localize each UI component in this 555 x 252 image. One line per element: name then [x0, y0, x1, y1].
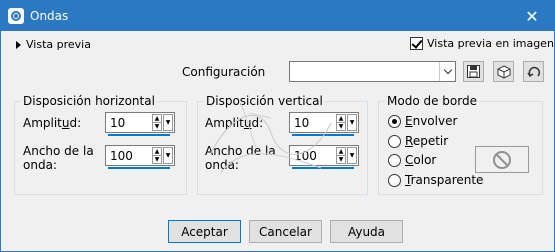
border-mode-title: Modo de borde — [385, 94, 479, 108]
v-wavelength-arrows[interactable]: ▲ ▼ — [336, 147, 346, 164]
chevron-down-icon — [443, 65, 452, 75]
v-wavelength-value[interactable]: 100 — [294, 149, 317, 163]
config-dropdown-button[interactable] — [439, 62, 455, 81]
checkbox-check-icon[interactable] — [410, 37, 423, 50]
v-amplitude-spinner[interactable]: 10 ▲ ▼ ▼ — [289, 112, 359, 136]
h-amplitude-dropdown-icon[interactable]: ▼ — [163, 114, 173, 131]
radio-repeat-label: Repetir — [405, 134, 449, 148]
title-bar: Ondas ✕ — [1, 1, 554, 31]
spin-up-icon[interactable]: ▲ — [337, 115, 345, 122]
v-amplitude-dropdown-icon[interactable]: ▼ — [347, 114, 357, 131]
spin-up-icon[interactable]: ▲ — [153, 148, 161, 155]
radio-icon[interactable] — [388, 153, 401, 167]
close-icon: ✕ — [525, 6, 539, 26]
h-wavelength-arrows[interactable]: ▲ ▼ — [152, 147, 162, 164]
vertical-group-title: Disposición vertical — [204, 94, 325, 108]
h-wavelength-spinner[interactable]: 100 ▲ ▼ ▼ — [105, 145, 175, 169]
radio-color[interactable]: Color — [388, 153, 436, 167]
radio-wrap-label: Envolver — [405, 114, 458, 128]
radio-wrap[interactable]: Envolver — [388, 114, 457, 128]
h-amplitude-arrows[interactable]: ▲ ▼ — [152, 114, 162, 131]
spin-down-icon[interactable]: ▼ — [337, 155, 345, 163]
dialog-window: Ondas ✕ Vista previa Vista previa en ima… — [0, 0, 555, 252]
cancel-button[interactable]: Cancelar — [249, 220, 322, 243]
spin-up-icon[interactable]: ▲ — [337, 148, 345, 155]
reset-icon — [526, 66, 540, 77]
h-amplitude-slider[interactable] — [108, 134, 170, 136]
h-wavelength-dropdown-icon[interactable]: ▼ — [163, 147, 173, 164]
config-label: Configuración — [182, 65, 266, 79]
h-amplitude-spinner[interactable]: 10 ▲ ▼ ▼ — [105, 112, 175, 136]
cube-icon — [497, 64, 510, 79]
v-wavelength-spinner[interactable]: 100 ▲ ▼ ▼ — [289, 145, 359, 169]
config-combo[interactable] — [289, 61, 456, 82]
image-preview-label: Vista previa en imagen — [427, 37, 554, 50]
image-preview-checkbox[interactable]: Vista previa en imagen — [410, 37, 554, 50]
spin-down-icon[interactable]: ▼ — [153, 155, 161, 163]
v-wavelength-slider[interactable] — [292, 167, 354, 169]
h-wavelength-label: Ancho de la onda: — [23, 144, 94, 172]
random-preset-button[interactable] — [493, 61, 514, 82]
v-amplitude-value[interactable]: 10 — [294, 116, 309, 130]
radio-icon[interactable] — [388, 114, 401, 128]
reset-button[interactable] — [523, 61, 544, 82]
window-title: Ondas — [30, 9, 69, 23]
help-button[interactable]: Ayuda — [330, 220, 403, 243]
h-amplitude-label: Amplitud: — [23, 116, 82, 130]
spin-down-icon[interactable]: ▼ — [337, 122, 345, 130]
ok-button[interactable]: Aceptar — [168, 220, 241, 243]
close-button[interactable]: ✕ — [510, 1, 554, 31]
v-amplitude-arrows[interactable]: ▲ ▼ — [336, 114, 346, 131]
preview-toggle[interactable]: Vista previa — [16, 38, 91, 51]
radio-color-label: Color — [405, 153, 437, 167]
v-wavelength-label: Ancho de la onda: — [205, 144, 276, 172]
horizontal-group-title: Disposición horizontal — [21, 94, 157, 108]
radio-transparent[interactable]: Transparente — [388, 173, 483, 187]
h-wavelength-value[interactable]: 100 — [110, 149, 133, 163]
save-preset-button[interactable] — [463, 61, 484, 82]
radio-repeat[interactable]: Repetir — [388, 134, 448, 148]
radio-transparent-label: Transparente — [405, 173, 484, 187]
spin-up-icon[interactable]: ▲ — [153, 115, 161, 122]
radio-icon[interactable] — [388, 173, 401, 187]
preview-toggle-label: Vista previa — [26, 38, 91, 51]
spin-down-icon[interactable]: ▼ — [153, 122, 161, 130]
no-color-icon — [493, 150, 511, 169]
v-amplitude-label: Amplitud: — [205, 116, 264, 130]
h-wavelength-slider[interactable] — [108, 167, 170, 169]
radio-icon[interactable] — [388, 134, 401, 148]
save-icon — [467, 65, 480, 78]
expand-triangle-icon — [16, 40, 21, 49]
v-wavelength-dropdown-icon[interactable]: ▼ — [347, 147, 357, 164]
app-icon — [8, 8, 24, 24]
v-amplitude-slider[interactable] — [292, 134, 354, 136]
color-swatch[interactable] — [475, 146, 529, 173]
h-amplitude-value[interactable]: 10 — [110, 116, 125, 130]
